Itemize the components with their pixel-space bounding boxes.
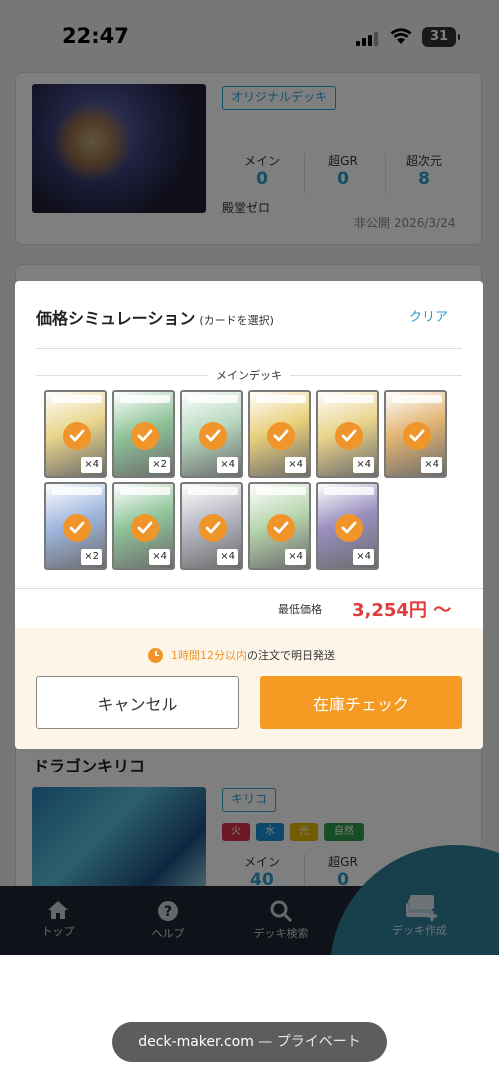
section-label-text: メインデッキ [208, 369, 290, 382]
card-quantity: ×4 [353, 457, 374, 473]
card-name-strip [52, 487, 102, 495]
url-private-suffix: — プライベート [253, 1034, 361, 1050]
card-name-strip [256, 487, 306, 495]
card-quantity: ×4 [149, 549, 170, 565]
card-name-strip [324, 487, 374, 495]
selected-card[interactable]: ×4 [112, 482, 175, 570]
check-icon [63, 514, 91, 542]
price-simulation-modal: 価格シミュレーション (カードを選択) クリア メインデッキ ×4 ×2 ×4 ×4 ×4… [15, 281, 483, 749]
check-icon [131, 422, 159, 450]
modal-subtitle: (カードを選択) [199, 314, 274, 327]
card-selection-area: メインデッキ ×4 ×2 ×4 ×4 ×4 ×4 ×2 ×4 ×4 ×4 ×4 [36, 357, 462, 573]
card-name-strip [188, 487, 238, 495]
clock-icon [148, 647, 163, 663]
card-quantity: ×4 [217, 549, 238, 565]
card-name-strip [120, 487, 170, 495]
card-name-strip [256, 395, 306, 403]
card-quantity: ×4 [285, 549, 306, 565]
check-icon [403, 422, 431, 450]
selected-card[interactable]: ×4 [316, 390, 379, 478]
selected-card[interactable]: ×4 [44, 390, 107, 478]
card-quantity: ×2 [149, 457, 170, 473]
url-domain: deck-maker.com [138, 1034, 254, 1050]
section-label: メインデッキ [36, 367, 462, 383]
min-price-label: 最低価格 [278, 603, 322, 616]
selected-card[interactable]: ×4 [180, 482, 243, 570]
check-icon [335, 514, 363, 542]
modal-title: 価格シミュレーション (カードを選択) [36, 305, 274, 329]
divider [15, 588, 483, 589]
card-name-strip [52, 395, 102, 403]
selected-card[interactable]: ×2 [112, 390, 175, 478]
card-quantity: ×4 [81, 457, 102, 473]
cancel-button[interactable]: キャンセル [36, 676, 239, 729]
card-name-strip [188, 395, 238, 403]
browser-url-bar[interactable]: deck-maker.com — プライベート [112, 1022, 387, 1062]
shipping-notice: 1時間12分以内 の注文で明日発送 [148, 647, 335, 663]
selected-card[interactable]: ×4 [316, 482, 379, 570]
selected-card[interactable]: ×2 [44, 482, 107, 570]
selected-card[interactable]: ×4 [384, 390, 447, 478]
clear-button[interactable]: クリア [409, 306, 448, 325]
card-name-strip [120, 395, 170, 403]
check-icon [335, 422, 363, 450]
deck-list-page: 22:47 31 オリジナルデッキ 火 水 光 メイン 0 超GR 0 超次元 … [0, 0, 499, 955]
check-icon [199, 514, 227, 542]
selected-card[interactable]: ×4 [180, 390, 243, 478]
card-quantity: ×4 [285, 457, 306, 473]
selected-card[interactable]: ×4 [248, 482, 311, 570]
card-quantity: ×2 [81, 549, 102, 565]
card-quantity: ×4 [217, 457, 238, 473]
card-name-strip [324, 395, 374, 403]
check-icon [63, 422, 91, 450]
divider [36, 348, 462, 349]
check-icon [267, 514, 295, 542]
min-price-value: 3,254円 〜 [352, 600, 452, 621]
shipping-deadline: 1時間12分以内 [171, 649, 247, 662]
shipping-text: の注文で明日発送 [247, 649, 335, 662]
stock-check-button[interactable]: 在庫チェック [260, 676, 462, 729]
modal-title-text: 価格シミュレーション [36, 309, 196, 328]
card-quantity: ×4 [353, 549, 374, 565]
check-icon [199, 422, 227, 450]
check-icon [131, 514, 159, 542]
card-quantity: ×4 [421, 457, 442, 473]
check-icon [267, 422, 295, 450]
card-name-strip [392, 395, 442, 403]
selected-card[interactable]: ×4 [248, 390, 311, 478]
